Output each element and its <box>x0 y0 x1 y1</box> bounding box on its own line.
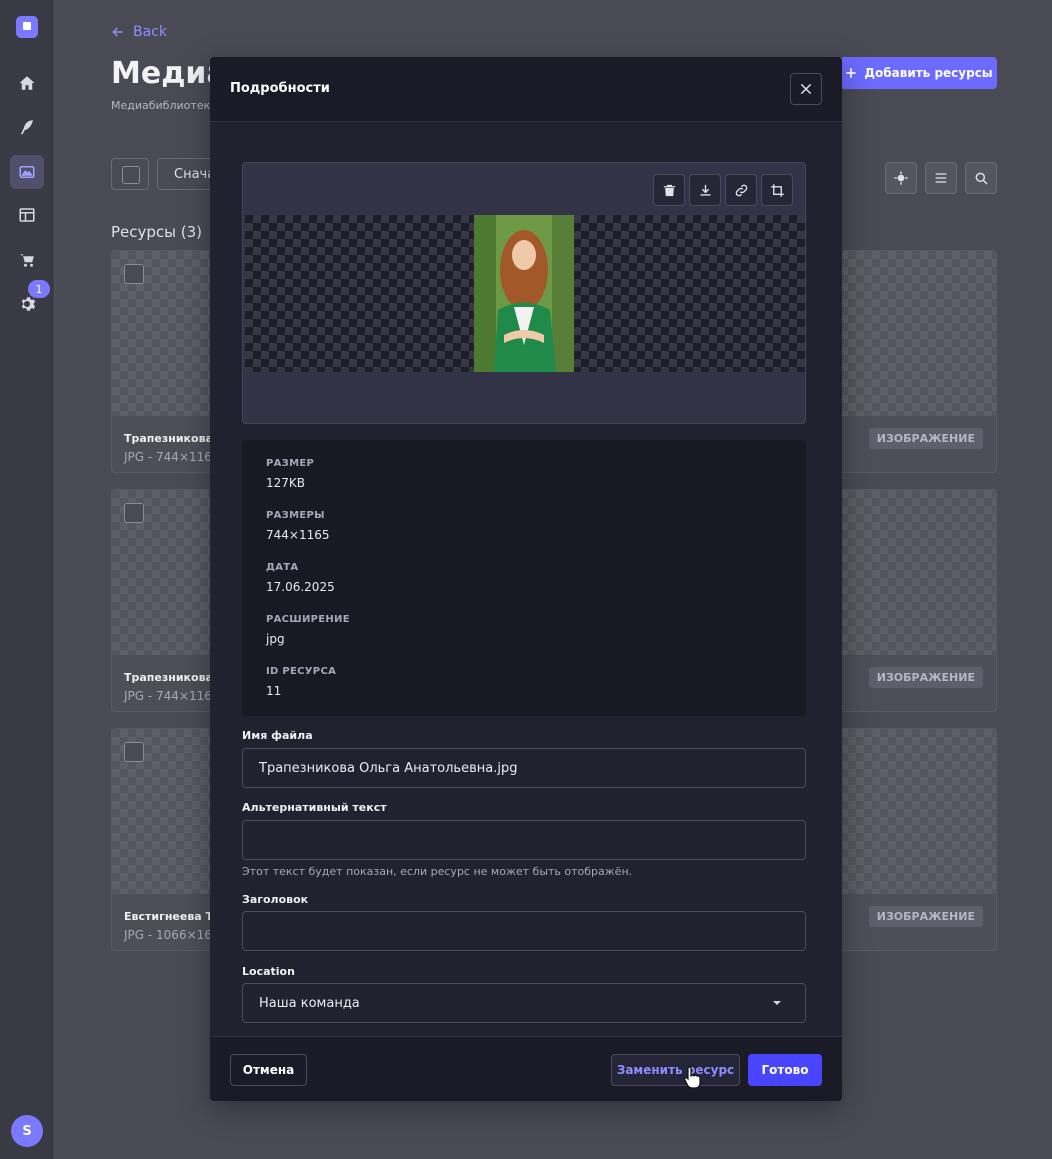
caption-label: Заголовок <box>242 893 309 906</box>
location-select[interactable]: Наша команда <box>242 983 806 1023</box>
plus-icon <box>846 68 856 78</box>
add-assets-label: Добавить ресурсы <box>864 66 993 80</box>
asset-meta: JPG - 1066×160 <box>124 928 220 942</box>
asset-preview <box>242 162 806 424</box>
chevron-down-icon <box>773 1001 781 1005</box>
asset-type-badge: ИЗОБРАЖЕНИЕ <box>868 906 983 927</box>
extension-label: РАСШИРЕНИЕ <box>266 614 350 625</box>
dimensions-label: РАЗМЕРЫ <box>266 510 325 521</box>
download-icon <box>700 184 710 196</box>
link-icon <box>735 184 747 196</box>
section-title: Ресурсы (3) <box>111 223 203 241</box>
filename-input[interactable]: Трапезникова Ольга Анатольевна.jpg <box>242 748 806 788</box>
modal-title: Подробности <box>230 81 330 96</box>
layout-icon[interactable] <box>10 198 44 232</box>
trash-icon <box>663 184 675 196</box>
asset-info-panel: РАЗМЕР 127KB РАЗМЕРЫ 744×1165 ДАТА 17.06… <box>242 440 806 716</box>
select-all-checkbox[interactable] <box>111 158 149 190</box>
user-avatar[interactable]: S <box>11 1115 43 1147</box>
download-asset-button[interactable] <box>689 174 721 206</box>
date-value: 17.06.2025 <box>266 580 335 594</box>
asset-meta: JPG - 744×1165 <box>124 689 220 703</box>
back-link-label: Back <box>133 24 167 40</box>
crop-asset-button[interactable] <box>761 174 793 206</box>
asset-type-badge: ИЗОБРАЖЕНИЕ <box>868 428 983 449</box>
settings-button[interactable] <box>885 162 917 194</box>
dimensions-value: 744×1165 <box>266 528 330 542</box>
back-link[interactable]: Back <box>111 24 167 40</box>
copy-link-button[interactable] <box>725 174 757 206</box>
asset-type-badge: ИЗОБРАЖЕНИЕ <box>868 667 983 688</box>
size-value: 127KB <box>266 476 306 490</box>
cart-icon[interactable] <box>10 243 44 277</box>
asset-image <box>474 215 574 372</box>
delete-asset-button[interactable] <box>653 174 685 206</box>
list-view-button[interactable] <box>925 162 957 194</box>
asset-meta: JPG - 744×1165 <box>124 450 220 464</box>
date-label: ДАТА <box>266 562 299 573</box>
alt-text-input[interactable] <box>242 820 806 860</box>
asset-checkbox[interactable] <box>124 264 144 284</box>
add-assets-button[interactable]: Добавить ресурсы <box>840 57 997 89</box>
close-button[interactable] <box>790 73 822 105</box>
asset-name: Евстигнеева Та <box>124 910 221 923</box>
sort-dropdown[interactable]: Сначала <box>157 158 217 190</box>
cancel-button[interactable]: Отмена <box>230 1054 307 1086</box>
alt-text-label: Альтернативный текст <box>242 801 387 814</box>
hand-cursor-icon <box>684 1066 701 1089</box>
modal-footer: Отмена Заменить ресурс Готово <box>210 1036 842 1101</box>
replace-asset-button[interactable]: Заменить ресурс <box>611 1054 740 1086</box>
done-button[interactable]: Готово <box>748 1054 822 1086</box>
extension-value: jpg <box>266 632 285 646</box>
alt-text-hint: Этот текст будет показан, если ресурс не… <box>242 865 633 878</box>
asset-details-modal: Подробности РАЗМЕР 127KB РАЗМЕРЫ 744×116… <box>210 57 842 1101</box>
asset-checkbox[interactable] <box>124 503 144 523</box>
crop-icon <box>770 183 784 197</box>
search-button[interactable] <box>965 162 997 194</box>
arrow-left-icon <box>112 27 123 37</box>
modal-header: Подробности <box>210 57 842 122</box>
feather-icon[interactable] <box>10 110 44 144</box>
app-logo[interactable] <box>16 16 38 38</box>
media-library-icon[interactable] <box>10 155 44 189</box>
main-navigation: 1 S <box>0 0 55 1159</box>
caption-input[interactable] <box>242 911 806 951</box>
asset-id-value: 11 <box>266 684 282 698</box>
search-icon <box>975 172 988 185</box>
size-label: РАЗМЕР <box>266 458 315 469</box>
home-icon[interactable] <box>10 66 44 100</box>
gear-icon <box>894 171 908 185</box>
page-subtitle: Медиабиблиотека <box>111 99 217 112</box>
close-icon <box>800 83 812 95</box>
location-select-value: Наша команда <box>259 996 360 1011</box>
asset-checkbox[interactable] <box>124 742 144 762</box>
asset-id-label: ID РЕСУРСА <box>266 666 337 677</box>
list-icon <box>935 173 947 183</box>
filename-label: Имя файла <box>242 729 313 742</box>
notification-badge: 1 <box>28 280 50 298</box>
location-label: Location <box>242 965 295 978</box>
